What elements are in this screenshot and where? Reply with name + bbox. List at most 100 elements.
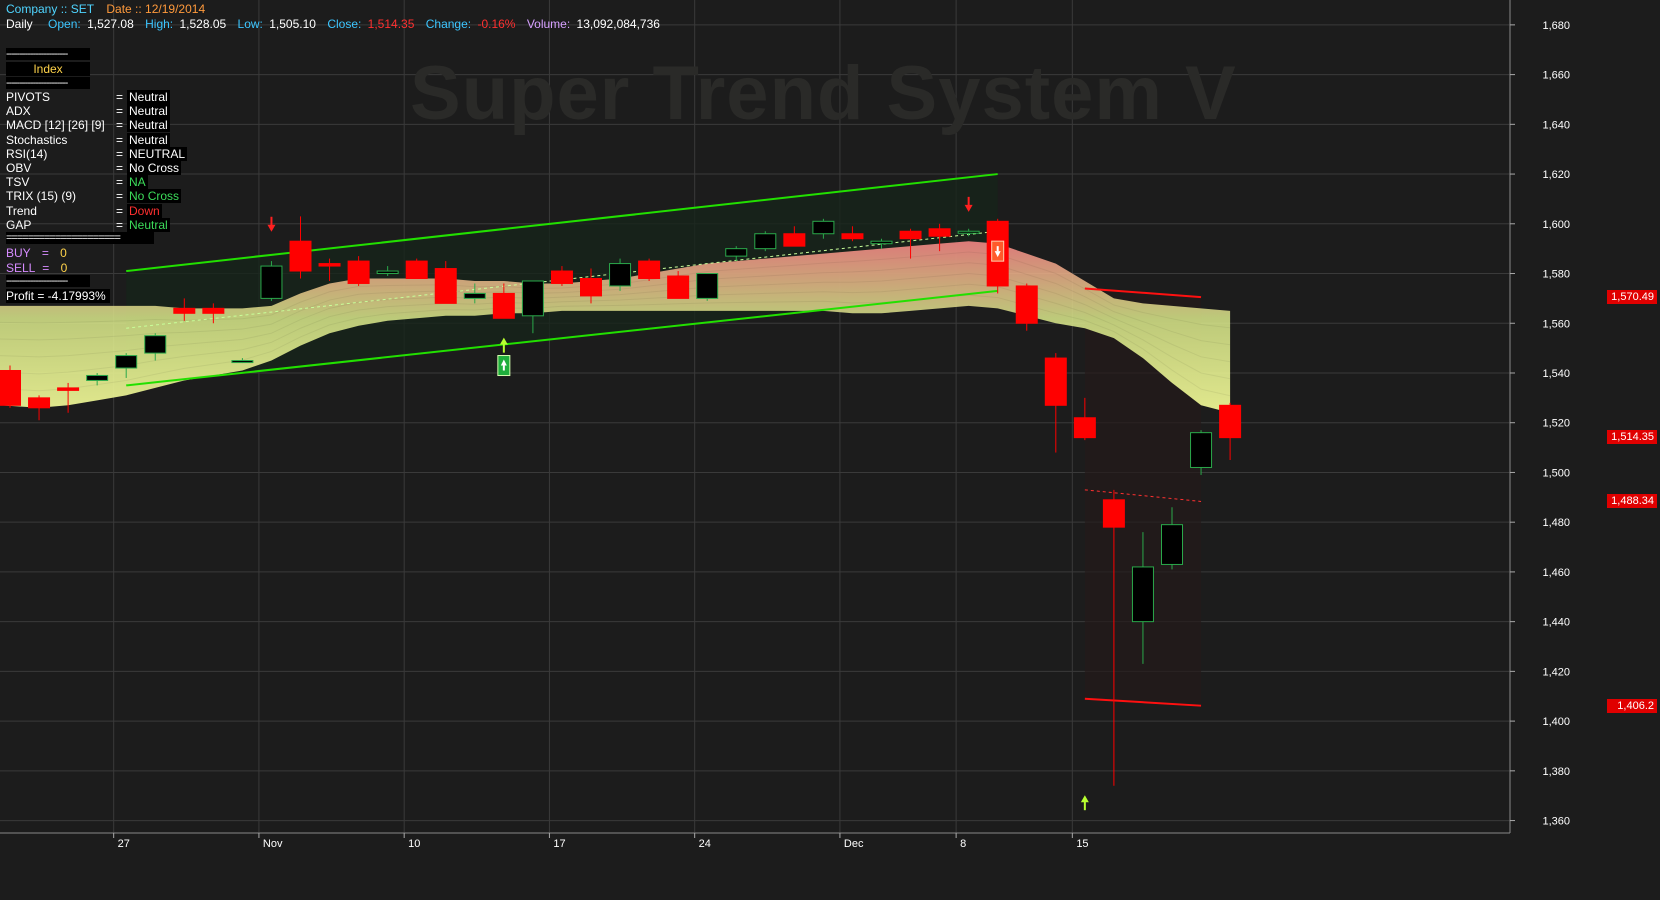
candle bbox=[347, 256, 370, 286]
y-tick-label: 1,480 bbox=[1542, 517, 1570, 529]
candle-down bbox=[1073, 417, 1096, 439]
candle-down bbox=[318, 263, 341, 267]
buy-signal-icon bbox=[497, 355, 511, 377]
x-tick-label: 15 bbox=[1076, 838, 1088, 850]
indicator-name: Stochastics bbox=[6, 132, 68, 147]
candle-down bbox=[202, 307, 225, 314]
price-tag: 1,514.35 bbox=[1607, 429, 1657, 444]
sell-eq: = bbox=[42, 261, 50, 275]
open-label: Open: bbox=[48, 17, 81, 31]
candle-down bbox=[1102, 499, 1125, 528]
y-axis-background bbox=[1510, 0, 1660, 900]
candle-down bbox=[928, 228, 951, 237]
candle-up bbox=[260, 265, 283, 299]
indicator-value: Neutral bbox=[127, 132, 170, 147]
candle-up bbox=[754, 233, 777, 250]
volume-label: Volume: bbox=[526, 17, 571, 31]
x-tick-label: Dec bbox=[844, 838, 864, 850]
y-tick-label: 1,520 bbox=[1542, 418, 1570, 430]
indicator-name: TRIX (15) (9) bbox=[6, 189, 77, 204]
indicator-row: ADX = Neutral bbox=[6, 104, 170, 119]
candle-down bbox=[550, 270, 573, 284]
date-label: Date :: 12/19/2014 bbox=[106, 2, 206, 16]
candle bbox=[638, 258, 661, 281]
x-tick-label: Nov bbox=[263, 838, 283, 850]
indicator-row: TRIX (15) (9) = No Cross bbox=[6, 189, 182, 204]
low-value: 1,505.10 bbox=[269, 17, 316, 31]
y-tick-label: 1,420 bbox=[1542, 666, 1570, 678]
candle-up bbox=[231, 360, 254, 364]
panel-separator: ----------------------- bbox=[6, 275, 90, 287]
y-tick-label: 1,440 bbox=[1542, 617, 1570, 629]
candle-down bbox=[347, 260, 370, 284]
candle-up bbox=[812, 220, 835, 235]
y-tick-label: 1,680 bbox=[1542, 20, 1570, 32]
candle-up bbox=[463, 292, 486, 299]
indicator-name: GAP bbox=[6, 217, 32, 232]
high-value: 1,528.05 bbox=[179, 17, 227, 31]
y-tick-label: 1,560 bbox=[1542, 318, 1570, 330]
candle-up bbox=[115, 355, 138, 369]
x-tick-label: 24 bbox=[699, 838, 711, 850]
candle-up bbox=[376, 270, 399, 275]
indicator-value: Neutral bbox=[127, 90, 170, 104]
index-label: Index bbox=[6, 62, 90, 76]
candle bbox=[405, 258, 428, 279]
header-row-2: Daily Open: 1,527.08 High: 1,528.05 Low:… bbox=[6, 17, 663, 31]
change-label: Change: bbox=[425, 17, 472, 31]
candle-down bbox=[1015, 285, 1038, 324]
indicator-eq: = bbox=[116, 104, 124, 119]
y-tick-label: 1,640 bbox=[1542, 119, 1570, 131]
panel-separator: ----------------------- bbox=[6, 48, 90, 60]
candle-up bbox=[609, 263, 632, 287]
y-tick-label: 1,400 bbox=[1542, 716, 1570, 728]
candle-down bbox=[580, 277, 602, 297]
indicator-row: Trend = Down bbox=[6, 203, 162, 218]
candle-up bbox=[957, 230, 980, 234]
candle-down bbox=[899, 230, 922, 240]
candle-down bbox=[667, 275, 690, 299]
candle-down bbox=[28, 397, 51, 409]
candle-up bbox=[86, 374, 109, 381]
indicator-eq: = bbox=[116, 118, 124, 133]
candle-up bbox=[725, 248, 748, 257]
y-tick-label: 1,500 bbox=[1542, 467, 1570, 479]
y-tick-label: 1,600 bbox=[1542, 219, 1570, 231]
indicator-row: PIVOTS = Neutral bbox=[6, 90, 170, 104]
indicator-value: NA bbox=[127, 175, 148, 190]
chart-watermark: Super Trend System V bbox=[410, 51, 1237, 136]
candle-up bbox=[144, 335, 167, 354]
buy-row: BUY = 0 bbox=[6, 246, 67, 260]
y-tick-label: 1,620 bbox=[1542, 169, 1570, 181]
indicator-eq: = bbox=[116, 175, 124, 190]
y-tick-label: 1,660 bbox=[1542, 70, 1570, 82]
indicator-row: MACD [12] [26] [9] = Neutral bbox=[6, 118, 170, 133]
x-tick-label: 17 bbox=[553, 838, 565, 850]
indicator-row: OBV = No Cross bbox=[6, 161, 182, 175]
y-tick-label: 1,460 bbox=[1542, 567, 1570, 579]
sell-row: SELL = 0 bbox=[6, 261, 67, 275]
candle-down bbox=[783, 233, 806, 247]
indicator-name: RSI(14) bbox=[6, 146, 48, 161]
y-tick-label: 1,580 bbox=[1542, 269, 1570, 281]
sell-value: 0 bbox=[60, 261, 68, 275]
y-tick-label: 1,540 bbox=[1542, 368, 1570, 380]
close-label: Close: bbox=[327, 17, 362, 31]
company-label: Company :: SET bbox=[6, 2, 95, 16]
candle bbox=[1015, 283, 1038, 331]
volume-value: 13,092,084,736 bbox=[576, 17, 660, 31]
candle-down bbox=[841, 233, 864, 240]
change-value: -0.16% bbox=[477, 17, 516, 31]
indicator-row: RSI(14) = NEUTRAL bbox=[6, 146, 188, 161]
x-tick-label: 8 bbox=[960, 838, 966, 850]
indicator-value: Neutral bbox=[127, 118, 170, 133]
open-value: 1,527.08 bbox=[87, 17, 134, 31]
indicator-name: ADX bbox=[6, 104, 31, 119]
indicator-value: No Cross bbox=[127, 161, 182, 175]
candle-down bbox=[289, 240, 312, 272]
indicator-row: Stochastics = Neutral bbox=[6, 132, 170, 147]
indicator-eq: = bbox=[116, 217, 124, 232]
buy-label: BUY bbox=[6, 246, 31, 260]
high-label: High: bbox=[145, 17, 174, 31]
indicator-value: Neutral bbox=[127, 217, 170, 232]
